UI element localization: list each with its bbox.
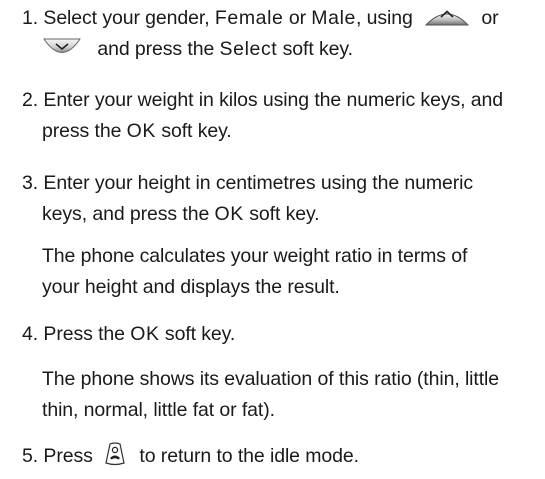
step-4-line-1: 4. Press the OK soft key.	[22, 319, 542, 350]
step-4: 4. Press the OK soft key.	[22, 319, 542, 350]
ok-soft-key-label: OK	[214, 203, 244, 225]
step-5-line-1: 5. Press to return to the idle mode.	[22, 441, 542, 472]
step-text: Press the	[43, 323, 125, 345]
option-female: Female	[214, 7, 284, 29]
step-3-line-2: keys, and press the OK soft key.	[22, 199, 542, 230]
step-text: or	[481, 7, 499, 29]
step-text: Enter your weight in kilos using the num…	[43, 89, 503, 111]
step-3: 3. Enter your height in centimetres usin…	[22, 168, 542, 230]
step-text: and press the	[97, 38, 215, 60]
step-number: 4.	[22, 323, 39, 345]
step-text: soft key.	[164, 323, 236, 345]
ok-soft-key-label: OK	[130, 323, 160, 345]
note-line: The phone calculates your weight ratio i…	[42, 245, 468, 267]
step-text: Press	[43, 445, 93, 467]
step-number: 5.	[22, 445, 39, 467]
step-number: 1.	[22, 7, 39, 29]
end-key-icon	[102, 441, 128, 467]
step-2-line-1: 2. Enter your weight in kilos using the …	[22, 85, 542, 116]
step-text: soft key.	[161, 120, 232, 142]
option-male: Male	[311, 7, 356, 29]
step-text: or	[288, 7, 306, 29]
note-line: The phone shows its evaluation of this r…	[42, 368, 500, 390]
step-1: 1. Select your gender, Female or Male, u…	[22, 3, 542, 65]
step-text: soft key.	[282, 38, 353, 60]
note-line: thin, normal, little fat or fat).	[42, 399, 275, 421]
step-2: 2. Enter your weight in kilos using the …	[22, 85, 542, 147]
step-1-line-2: and press the Select soft key.	[22, 34, 542, 65]
ok-soft-key-label: OK	[126, 120, 157, 142]
step-number: 2.	[22, 89, 39, 111]
note-evaluation: The phone shows its evaluation of this r…	[42, 364, 542, 426]
select-soft-key-label: Select	[219, 38, 278, 60]
step-text: soft key.	[249, 203, 320, 225]
step-text: Select your gender,	[43, 7, 210, 29]
step-3-line-1: 3. Enter your height in centimetres usin…	[22, 168, 542, 199]
step-text: Enter your height in centimetres using t…	[43, 172, 474, 194]
note-result: The phone calculates your weight ratio i…	[42, 241, 542, 303]
up-key-icon	[424, 5, 470, 27]
step-number: 3.	[22, 172, 39, 194]
step-text: to return to the idle mode.	[139, 445, 359, 467]
note-line: your height and displays the result.	[42, 276, 340, 298]
step-5: 5. Press to return to the idle mode.	[22, 441, 542, 472]
step-1-line-1: 1. Select your gender, Female or Male, u…	[22, 3, 542, 34]
step-text: press the	[42, 120, 122, 142]
instruction-page: 1. Select your gender, Female or Male, u…	[0, 0, 545, 479]
step-text: , using	[355, 7, 413, 29]
step-text: keys, and press the	[42, 203, 210, 225]
down-key-icon	[42, 36, 82, 60]
step-2-line-2: press the OK soft key.	[22, 116, 542, 147]
